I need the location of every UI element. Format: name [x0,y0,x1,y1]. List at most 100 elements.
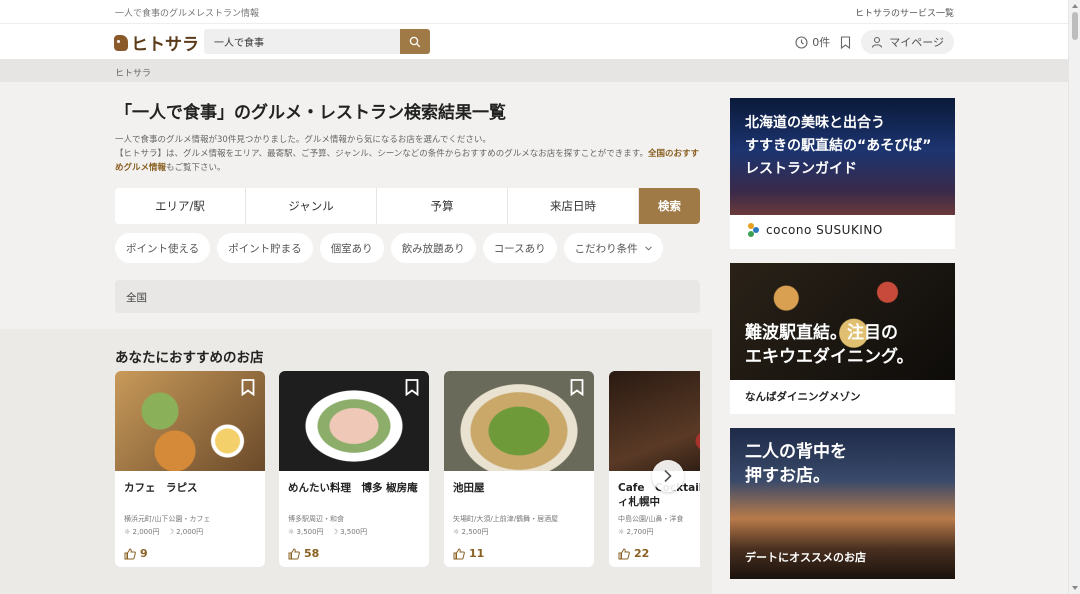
scroll-up-icon[interactable] [1071,2,1079,10]
header: ヒトサラ 0件 マイページ [0,24,1068,60]
ad-line: すすきの駅直結の“あそびば” [745,138,932,154]
tab-area-station[interactable]: エリア/駅 [115,188,246,224]
restaurant-name: カフェ ラピス [124,482,198,494]
bookmark-icon[interactable] [405,379,419,396]
clock-icon [795,35,808,49]
recommend-title: あなたにおすすめのお店 [115,350,264,366]
restaurant-area: 矢場町/大須/上前津/鶴舞・居酒屋 [453,515,559,523]
mypage-button[interactable]: マイページ [861,30,954,54]
recommend-carousel: カフェ ラピス 横浜元町/山下公園・カフェ ☼ 2,000円 ☽ 2,000円 9… [115,371,700,567]
user-icon [872,36,883,48]
chevron-down-icon [644,245,652,251]
bookmark-icon[interactable] [570,379,584,396]
ad-banner-cocono[interactable]: 北海道の美味と出合う すすきの駅直結の“あそびば” レストランガイド cocon… [730,98,955,249]
restaurant-card[interactable]: 池田屋 矢場町/大須/上前津/鶴舞・居酒屋 ☼ 2,500円 11 [444,371,594,567]
scroll-down-icon[interactable] [1071,584,1079,592]
tab-visit-date[interactable]: 来店日時 [508,188,639,224]
ad-banner-date[interactable]: 二人の背中を 押すお店。 デートにオススメのお店 [730,428,955,579]
restaurant-price: ☼ 2,000円 ☽ 2,000円 [115,527,265,537]
dinner-price-value: 2,000円 [176,528,204,536]
ad-caption: なんばダイニングメゾン [745,391,861,403]
search-box [204,29,430,54]
chip-all-you-can-drink[interactable]: 飲み放題あり [390,233,476,263]
ad-photo: 難波駅直結。注目の エキウエダイニング。 [730,263,955,380]
chip-more-conditions[interactable]: こだわり条件 [563,233,663,263]
tab-budget[interactable]: 予算 [377,188,508,224]
lunch-price: ☼ 2,700円 [618,528,654,536]
restaurant-card[interactable]: めんたい料理 博多 椒房庵 博多駅周辺・和食 ☼ 3,500円 ☽ 3,500円 … [279,371,429,567]
like-count-value: 22 [634,547,650,560]
lunch-price: ☼ 2,500円 [453,528,489,536]
cocono-logo-icon [748,223,759,237]
restaurant-area: 横浜元町/山下公園・カフェ [124,515,211,523]
ad-line: 押すお店。 [745,466,830,486]
lunch-price-value: 2,000円 [132,528,160,536]
thumbs-up-icon [124,547,136,559]
thumbs-up-icon [453,547,465,559]
desc-line-2: 【ヒトサラ】は、グルメ情報をエリア、最寄駅、ご予算、ジャンル、シーンなどの条件か… [115,147,700,175]
thumbs-up-icon [618,547,630,559]
bookmark-icon[interactable] [241,379,255,396]
ad-line: 北海道の美味と出合う [745,115,885,131]
search-input[interactable] [204,29,394,54]
restaurant-area: 中島公園/山鼻・洋食 [618,515,684,523]
lunch-price-value: 2,700円 [626,528,654,536]
ad-photo: 北海道の美味と出合う すすきの駅直結の“あそびば” レストランガイド [730,98,955,215]
ad-banner-namba[interactable]: 難波駅直結。注目の エキウエダイニング。 なんばダイニングメゾン [730,263,955,414]
scrollbar-thumb[interactable] [1072,12,1078,40]
site-logo[interactable]: ヒトサラ [114,30,199,55]
logo-text: ヒトサラ [131,35,199,55]
chevron-right-icon [664,469,672,483]
page-scrollbar[interactable] [1068,0,1080,594]
logo-mark-icon [114,34,128,51]
ad-line: エキウエダイニング。 [745,347,914,367]
services-link[interactable]: ヒトサラのサービス一覧 [855,6,954,19]
like-count: 9 [115,547,265,560]
restaurant-area: 博多駅周辺・和食 [288,515,344,523]
top-strip: 一人で食事のグルメレストラン情報 ヒトサラのサービス一覧 [0,0,1068,24]
like-count-value: 58 [304,547,320,560]
desc-line-1: 一人で食事のグルメ情報が30件見つかりました。グルメ情報から気になるお店を選んで… [115,135,491,145]
lunch-price: ☼ 2,000円 [124,528,160,536]
chip-private-room[interactable]: 個室あり [319,233,384,263]
thumbs-up-icon [288,547,300,559]
ad-line: 難波駅直結。注目の [745,323,898,343]
ad-caption-row: cocono SUSUKINO [730,215,955,245]
like-count: 58 [279,547,429,560]
restaurant-card[interactable]: カフェ ラピス 横浜元町/山下公園・カフェ ☼ 2,000円 ☽ 2,000円 9 [115,371,265,567]
dinner-price-value: 3,500円 [340,528,368,536]
history-button[interactable]: 0件 [795,34,851,50]
search-submit-button[interactable]: 検索 [639,188,700,224]
page-title: 「一人で食事」のグルメ・レストラン検索結果一覧 [115,103,506,123]
chip-points-usable[interactable]: ポイント使える [115,233,211,263]
search-filter-tabs: エリア/駅 ジャンル 予算 来店日時 検索 [115,188,700,224]
chip-more-label: こだわり条件 [574,242,638,255]
lunch-price-value: 2,500円 [461,528,489,536]
chip-points-earn[interactable]: ポイント貯まる [217,233,313,263]
ad-caption: cocono SUSUKINO [766,223,883,237]
restaurant-price: ☼ 2,500円 [444,527,594,537]
ad-line: 二人の背中を [745,442,847,462]
site-tagline: 一人で食事のグルメレストラン情報 [115,9,260,19]
desc-text: 【ヒトサラ】は、グルメ情報をエリア、最寄駅、ご予算、ジャンル、シーンなどの条件か… [115,149,648,159]
region-selector[interactable]: 全国 [115,280,700,313]
desc-tail: もご覧下さい。 [166,163,226,173]
bookmark-icon[interactable] [840,35,851,49]
mypage-label: マイページ [889,36,944,49]
ad-photo: 二人の背中を 押すお店。 デートにオススメのお店 [730,428,955,579]
search-icon [409,36,421,47]
restaurant-price: ☼ 2,700円 [609,527,700,537]
breadcrumb-home[interactable]: ヒトサラ [115,66,151,79]
filter-chips: ポイント使える ポイント貯まる 個室あり 飲み放題あり コースあり こだわり条件 [115,233,663,263]
tab-genre[interactable]: ジャンル [246,188,377,224]
restaurant-price: ☼ 3,500円 ☽ 3,500円 [279,527,429,537]
search-button[interactable] [400,29,430,54]
restaurant-photo [609,371,700,471]
restaurant-name: 池田屋 [453,482,485,494]
carousel-next-button[interactable] [652,460,684,492]
lunch-price: ☼ 3,500円 [288,528,324,536]
history-count: 0件 [812,36,831,49]
breadcrumb: ヒトサラ [0,60,1068,82]
chip-course[interactable]: コースあり [482,233,557,263]
restaurant-name: めんたい料理 博多 椒房庵 [288,482,418,494]
